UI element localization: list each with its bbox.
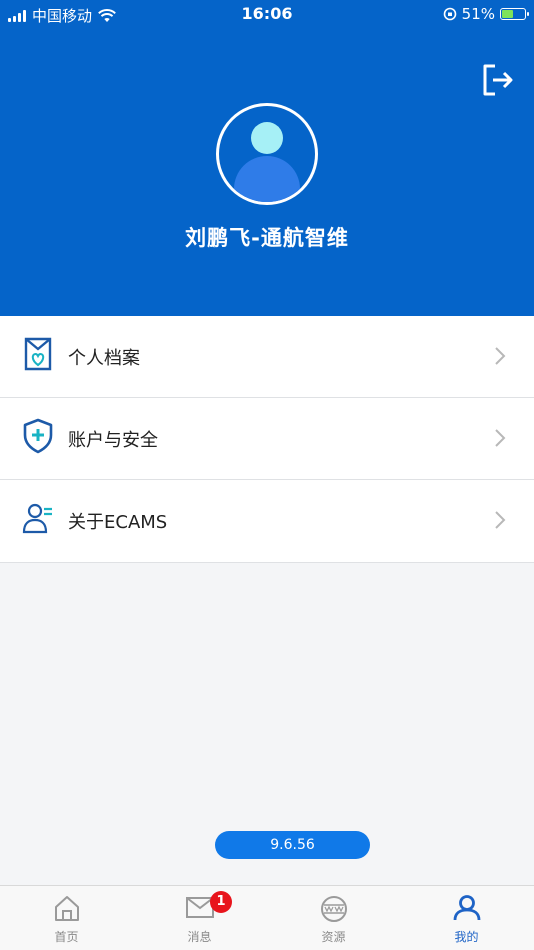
tab-label: 我的 bbox=[454, 930, 479, 944]
tab-messages[interactable]: 1 消息 bbox=[133, 886, 266, 950]
profile-archive-icon bbox=[24, 337, 52, 371]
chevron-right-icon bbox=[495, 429, 506, 447]
tab-home[interactable]: 首页 bbox=[0, 886, 133, 950]
user-name: 刘鹏飞-通航智维 bbox=[185, 226, 349, 250]
user-icon bbox=[453, 895, 480, 921]
tab-resources[interactable]: 资源 bbox=[267, 886, 400, 950]
menu-item-label: 账户与安全 bbox=[68, 430, 158, 451]
menu-item-label: 个人档案 bbox=[68, 348, 140, 369]
status-right: 51% bbox=[443, 5, 529, 23]
avatar-body bbox=[234, 156, 300, 202]
menu-item-account-security[interactable]: 账户与安全 bbox=[0, 398, 534, 480]
avatar[interactable] bbox=[216, 103, 318, 205]
tab-label: 资源 bbox=[321, 930, 346, 944]
battery-percent: 51% bbox=[461, 5, 495, 23]
chevron-right-icon bbox=[495, 511, 506, 529]
unread-badge: 1 bbox=[210, 891, 232, 913]
menu-item-about[interactable]: 关于ECAMS bbox=[0, 480, 534, 563]
tab-bar: 首页 1 消息 资源 我的 bbox=[0, 885, 534, 950]
orientation-lock-icon bbox=[443, 7, 456, 21]
shield-plus-icon bbox=[23, 418, 53, 454]
version-badge: 9.6.56 bbox=[215, 831, 370, 859]
chevron-right-icon bbox=[495, 347, 506, 365]
about-user-icon bbox=[22, 503, 52, 534]
profile-header: 中国移动 16:06 51% 刘鹏飞-通航智维 bbox=[0, 0, 534, 316]
home-icon bbox=[54, 896, 79, 921]
battery-icon bbox=[500, 8, 529, 20]
tab-mine[interactable]: 我的 bbox=[400, 886, 533, 950]
www-globe-icon bbox=[320, 896, 347, 922]
logout-icon[interactable] bbox=[480, 62, 516, 98]
status-bar: 中国移动 16:06 51% bbox=[0, 0, 534, 28]
tab-label: 消息 bbox=[187, 930, 212, 944]
menu-item-label: 关于ECAMS bbox=[68, 512, 168, 533]
avatar-head bbox=[251, 122, 283, 154]
menu-item-profile[interactable]: 个人档案 bbox=[0, 316, 534, 398]
settings-menu: 个人档案 账户与安全 关于ECAMS bbox=[0, 316, 534, 563]
tab-label: 首页 bbox=[54, 930, 79, 944]
